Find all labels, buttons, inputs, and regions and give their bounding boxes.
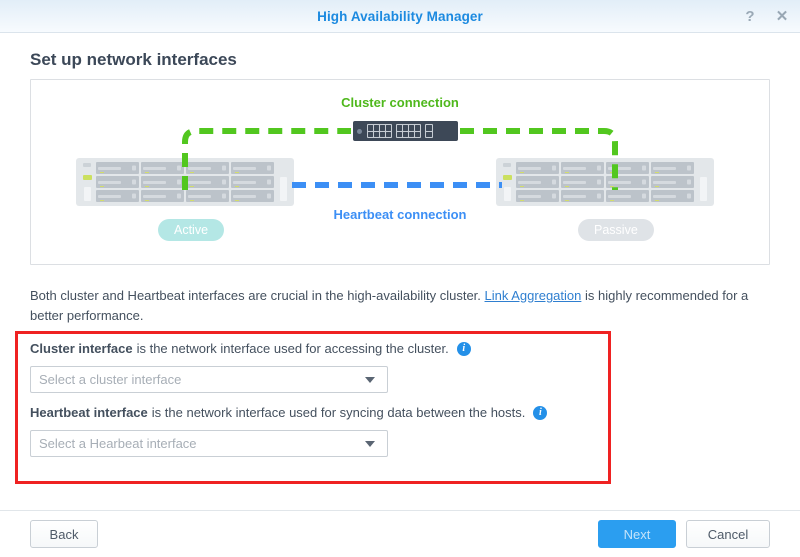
- cluster-interface-label: Cluster interface is the network interfa…: [30, 340, 471, 357]
- page-title: Set up network interfaces: [30, 50, 800, 70]
- close-icon[interactable]: ✕: [774, 9, 790, 25]
- server-right-ear: [276, 161, 290, 203]
- server-drive-bays: [94, 161, 276, 203]
- heartbeat-interface-field: Heartbeat interface is the network inter…: [30, 404, 547, 457]
- status-badge-active: Active: [158, 219, 224, 241]
- info-icon[interactable]: i: [457, 342, 471, 356]
- server-right-ear: [696, 161, 710, 203]
- chevron-down-icon: [365, 441, 375, 447]
- heartbeat-interface-select-value: Select a Hearbeat interface: [39, 436, 365, 451]
- description-before-link: Both cluster and Heartbeat interfaces ar…: [30, 288, 485, 303]
- status-badge-passive: Passive: [578, 219, 654, 241]
- cluster-connection-label: Cluster connection: [31, 95, 769, 110]
- cluster-interface-select[interactable]: Select a cluster interface: [30, 366, 388, 393]
- heartbeat-interface-label-text: is the network interface used for syncin…: [152, 404, 526, 421]
- cancel-button[interactable]: Cancel: [686, 520, 770, 548]
- server-drive-bays: [514, 161, 696, 203]
- cluster-interface-select-value: Select a cluster interface: [39, 372, 365, 387]
- link-aggregation-link[interactable]: Link Aggregation: [485, 288, 582, 303]
- window-title: High Availability Manager: [317, 9, 483, 24]
- network-topology-diagram: Cluster connection Heartbeat connection: [30, 79, 770, 265]
- cluster-interface-label-text: is the network interface used for access…: [137, 340, 449, 357]
- dialog-footer: Back Next Cancel: [0, 510, 800, 557]
- server-left-ear: [500, 161, 514, 203]
- switch-port-group: [367, 124, 392, 138]
- switch-port-group: [425, 124, 433, 138]
- switch-led: [357, 129, 362, 134]
- chevron-down-icon: [365, 377, 375, 383]
- server-active-icon: [76, 158, 294, 206]
- help-icon[interactable]: ?: [742, 9, 758, 25]
- info-icon[interactable]: i: [533, 406, 547, 420]
- next-button[interactable]: Next: [598, 520, 676, 548]
- heartbeat-interface-label: Heartbeat interface is the network inter…: [30, 404, 547, 421]
- window-controls: ? ✕: [742, 0, 790, 33]
- heartbeat-interface-select[interactable]: Select a Hearbeat interface: [30, 430, 388, 457]
- description-text: Both cluster and Heartbeat interfaces ar…: [30, 286, 765, 326]
- heartbeat-interface-label-bold: Heartbeat interface: [30, 404, 148, 421]
- server-passive-icon: [496, 158, 714, 206]
- switch-port-group: [396, 124, 421, 138]
- heartbeat-connection-label: Heartbeat connection: [31, 207, 769, 222]
- back-button[interactable]: Back: [30, 520, 98, 548]
- window-titlebar: High Availability Manager ? ✕: [0, 0, 800, 33]
- cluster-interface-field: Cluster interface is the network interfa…: [30, 340, 471, 393]
- network-switch-icon: [353, 121, 458, 141]
- server-left-ear: [80, 161, 94, 203]
- cluster-interface-label-bold: Cluster interface: [30, 340, 133, 357]
